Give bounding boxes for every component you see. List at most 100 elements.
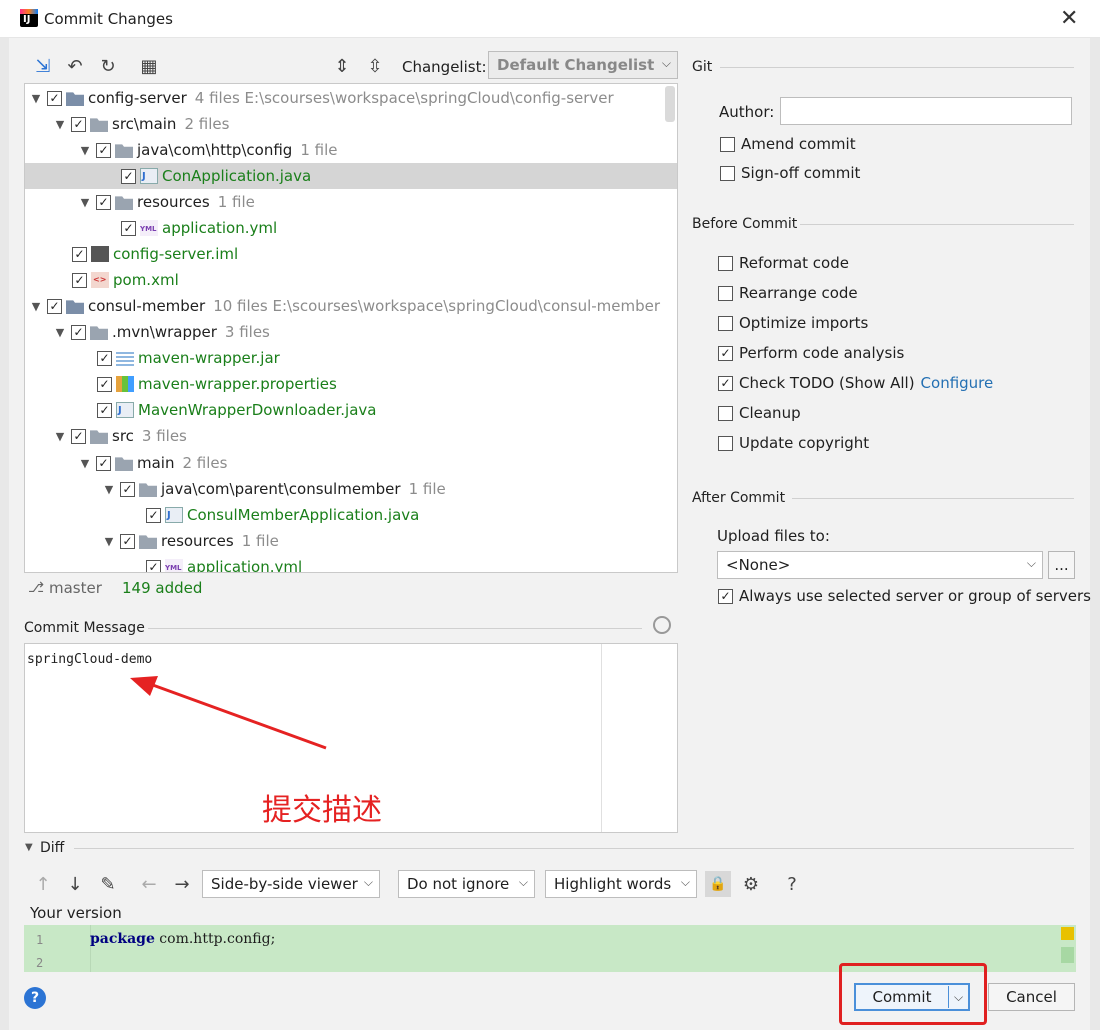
tree-row[interactable]: ▼ .mvn\wrapper 3 files [25, 319, 677, 345]
checkbox[interactable] [97, 376, 112, 392]
history-clock-icon[interactable] [653, 616, 671, 634]
optimize-imports-checkbox[interactable]: Optimize imports [718, 314, 868, 332]
warning-marker-icon[interactable] [1061, 927, 1074, 940]
tree-row[interactable]: application.yml [25, 554, 677, 572]
arrow-down-icon[interactable]: ↓ [64, 873, 86, 895]
perform-code-analysis-checkbox[interactable]: Perform code analysis [718, 344, 904, 362]
check-todo-checkbox[interactable]: Check TODO (Show All) Configure [718, 374, 993, 392]
checkbox[interactable] [96, 194, 111, 210]
close-icon[interactable]: ✕ [1060, 6, 1078, 31]
checkbox[interactable] [47, 90, 62, 106]
configure-link[interactable]: Configure [921, 374, 994, 392]
browse-button[interactable]: ... [1048, 551, 1075, 579]
checkbox[interactable] [120, 533, 135, 549]
expand-all-icon[interactable]: ⇕ [331, 55, 353, 77]
upload-server-select[interactable]: <None> ⌵ [717, 551, 1043, 579]
group-by-icon[interactable]: ▦ [138, 55, 160, 77]
tree-row[interactable]: maven-wrapper.properties [25, 371, 677, 397]
update-copyright-checkbox[interactable]: Update copyright [718, 434, 869, 452]
checkbox[interactable] [720, 165, 735, 181]
collapse-all-icon[interactable]: ⇳ [364, 55, 386, 77]
tree-row[interactable]: config-server.iml [25, 241, 677, 267]
chevron-down-icon[interactable]: ▼ [78, 457, 92, 470]
checkbox[interactable] [96, 142, 111, 158]
checkbox[interactable] [718, 315, 733, 331]
compare-icon[interactable]: ⇲ [32, 55, 54, 77]
chevron-down-icon[interactable]: ▼ [53, 326, 67, 339]
checkbox[interactable] [96, 455, 111, 471]
signoff-commit-checkbox[interactable]: Sign-off commit [720, 164, 860, 182]
lock-icon[interactable]: 🔒 [705, 871, 731, 897]
checkbox[interactable] [718, 285, 733, 301]
checkbox[interactable] [121, 168, 136, 184]
chevron-down-icon[interactable]: ▼ [102, 535, 116, 548]
tree-item-label: pom.xml [113, 271, 179, 289]
checkbox[interactable] [146, 507, 161, 523]
gear-icon[interactable]: ⚙ [740, 873, 762, 895]
tree-scrollbar-thumb[interactable] [665, 86, 675, 122]
checkbox[interactable] [72, 246, 87, 262]
checkbox[interactable] [720, 136, 735, 152]
checkbox[interactable] [71, 428, 86, 444]
checkbox[interactable] [718, 405, 733, 421]
checkbox[interactable] [120, 481, 135, 497]
checkbox-checked[interactable] [718, 588, 733, 604]
tree-row[interactable]: ▼ consul-member 10 files E:\scourses\work… [25, 293, 677, 319]
tree-row[interactable]: ▼ resources 1 file [25, 189, 677, 215]
tree-row[interactable]: ▼ src 3 files [25, 423, 677, 449]
changelist-select[interactable]: Default Changelist ⌵ [488, 51, 678, 79]
arrow-left-icon[interactable]: ← [138, 873, 160, 895]
checkbox[interactable] [72, 272, 87, 288]
arrow-right-icon[interactable]: → [171, 873, 193, 895]
highlight-select[interactable]: Highlight words ⌵ [545, 870, 697, 898]
ignore-select[interactable]: Do not ignore ⌵ [398, 870, 535, 898]
checkbox-checked[interactable] [718, 375, 733, 391]
folder-icon [115, 196, 133, 210]
checkbox[interactable] [718, 255, 733, 271]
refresh-icon[interactable]: ↻ [97, 55, 119, 77]
rollback-icon[interactable]: ↶ [64, 55, 86, 77]
chevron-down-icon[interactable]: ▼ [78, 144, 92, 157]
checkbox[interactable] [71, 324, 86, 340]
help-button[interactable]: ? [24, 987, 46, 1009]
checkbox-checked[interactable] [718, 345, 733, 361]
checkbox[interactable] [97, 350, 112, 366]
reformat-code-checkbox[interactable]: Reformat code [718, 254, 849, 272]
viewer-select[interactable]: Side-by-side viewer ⌵ [202, 870, 380, 898]
checkbox[interactable] [97, 402, 112, 418]
edit-pencil-icon[interactable]: ✎ [97, 873, 119, 895]
tree-row[interactable]: MavenWrapperDownloader.java [25, 397, 677, 423]
tree-row[interactable]: ▼ resources 1 file [25, 528, 677, 554]
checkbox[interactable] [718, 435, 733, 451]
tree-row-selected[interactable]: ConApplication.java [25, 163, 677, 189]
chevron-down-icon[interactable]: ▼ [29, 300, 43, 313]
always-use-server-checkbox[interactable]: Always use selected server or group of s… [718, 587, 1091, 605]
chevron-down-icon[interactable]: ▼ [53, 430, 67, 443]
tree-row[interactable]: ▼ java\com\parent\consulmember 1 file [25, 476, 677, 502]
chevron-down-icon[interactable]: ▼ [78, 196, 92, 209]
tree-row[interactable]: ConsulMemberApplication.java [25, 502, 677, 528]
checkbox[interactable] [146, 559, 161, 572]
cleanup-checkbox[interactable]: Cleanup [718, 404, 801, 422]
help-icon[interactable]: ? [781, 873, 803, 895]
chevron-down-icon[interactable]: ▼ [102, 483, 116, 496]
tree-row[interactable]: ▼ java\com\http\config 1 file [25, 137, 677, 163]
arrow-up-icon[interactable]: ↑ [32, 873, 54, 895]
tree-row[interactable]: maven-wrapper.jar [25, 345, 677, 371]
tree-row[interactable]: ▼ src\main 2 files [25, 111, 677, 137]
checkbox[interactable] [121, 220, 136, 236]
cancel-button[interactable]: Cancel [988, 983, 1075, 1011]
chevron-down-icon[interactable]: ▼ [53, 118, 67, 131]
tree-row[interactable]: ▼ main 2 files [25, 450, 677, 476]
rearrange-code-checkbox[interactable]: Rearrange code [718, 284, 858, 302]
tree-row[interactable]: application.yml [25, 215, 677, 241]
tree-row[interactable]: ▼ config-server 4 files E:\scourses\works… [25, 85, 677, 111]
checkbox[interactable] [47, 298, 62, 314]
amend-commit-checkbox[interactable]: Amend commit [720, 135, 856, 153]
author-input[interactable] [780, 97, 1072, 125]
tree-row[interactable]: pom.xml [25, 267, 677, 293]
checkbox[interactable] [71, 116, 86, 132]
chevron-down-icon[interactable]: ▼ [29, 92, 43, 105]
chevron-down-icon[interactable]: ▼ [25, 842, 33, 853]
changes-tree[interactable]: ▼ config-server 4 files E:\scourses\works… [24, 83, 678, 573]
